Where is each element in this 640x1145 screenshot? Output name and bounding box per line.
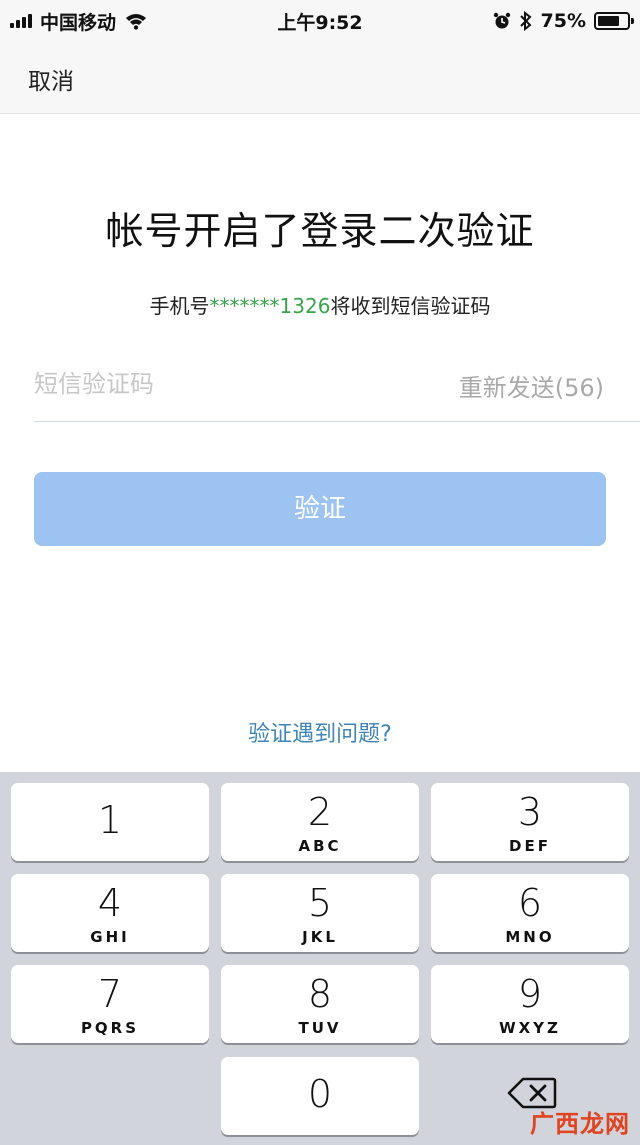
- key-4-digit: 4: [97, 881, 123, 925]
- key-9-digit: 9: [517, 972, 543, 1016]
- key-5[interactable]: 5 JKL: [221, 874, 419, 952]
- key-2-digit: 2: [307, 790, 333, 834]
- key-6-letters: MNO: [505, 928, 555, 946]
- battery-fill: [598, 16, 619, 26]
- page-title: 帐号开启了登录二次验证: [105, 209, 535, 253]
- cancel-button[interactable]: 取消: [28, 62, 74, 96]
- verify-button[interactable]: 验证: [34, 472, 606, 546]
- key-8-letters: TUV: [298, 1019, 342, 1037]
- key-0-digit: 0: [307, 1072, 333, 1116]
- hint-prefix: 手机号: [149, 294, 210, 318]
- key-7-letters: PQRS: [80, 1019, 140, 1037]
- alarm-icon: [493, 12, 510, 29]
- key-5-digit: 5: [307, 881, 333, 925]
- key-6-digit: 6: [517, 881, 543, 925]
- key-8[interactable]: 8 TUV: [221, 965, 419, 1043]
- code-row: 重新发送(56): [34, 352, 640, 422]
- key-1[interactable]: 1: [11, 783, 209, 861]
- numeric-keyboard: 1 2 ABC 3 DEF 4 GHI 5 JKL 6 MNO 7 PQRS 8 TUV 9 W…: [0, 772, 640, 1145]
- key-9[interactable]: 9 WXYZ: [431, 965, 629, 1043]
- masked-phone-number: *******1326: [209, 294, 331, 318]
- key-4[interactable]: 4 GHI: [11, 874, 209, 952]
- hint-suffix: 将收到短信验证码: [330, 294, 491, 318]
- bluetooth-icon: [519, 11, 532, 31]
- battery-percent: 75%: [540, 10, 586, 32]
- key-0[interactable]: 0: [221, 1057, 419, 1135]
- key-8-digit: 8: [307, 972, 333, 1016]
- sms-hint: 手机号*******1326将收到短信验证码: [0, 290, 640, 319]
- resend-button[interactable]: 重新发送(56): [459, 368, 604, 403]
- key-3[interactable]: 3 DEF: [431, 783, 629, 861]
- key-3-letters: DEF: [509, 837, 551, 855]
- nav-bar: 取消: [0, 42, 640, 114]
- key-7-digit: 7: [97, 972, 123, 1016]
- key-6[interactable]: 6 MNO: [431, 874, 629, 952]
- key-1-digit: 1: [97, 798, 123, 842]
- key-2[interactable]: 2 ABC: [221, 783, 419, 861]
- key-3-digit: 3: [517, 790, 543, 834]
- key-2-letters: ABC: [298, 837, 342, 855]
- sms-code-input[interactable]: [34, 366, 414, 402]
- key-7[interactable]: 7 PQRS: [11, 965, 209, 1043]
- verification-problem-link[interactable]: 验证遇到问题?: [0, 716, 640, 748]
- status-bar: 中国移动 上午9:52 75%: [0, 0, 640, 42]
- key-5-letters: JKL: [302, 928, 338, 946]
- battery-icon: [594, 12, 634, 30]
- key-4-letters: GHI: [90, 928, 130, 946]
- watermark-logo: 广西龙网: [530, 1110, 630, 1138]
- key-9-letters: WXYZ: [499, 1019, 561, 1037]
- status-right: 75%: [493, 8, 634, 34]
